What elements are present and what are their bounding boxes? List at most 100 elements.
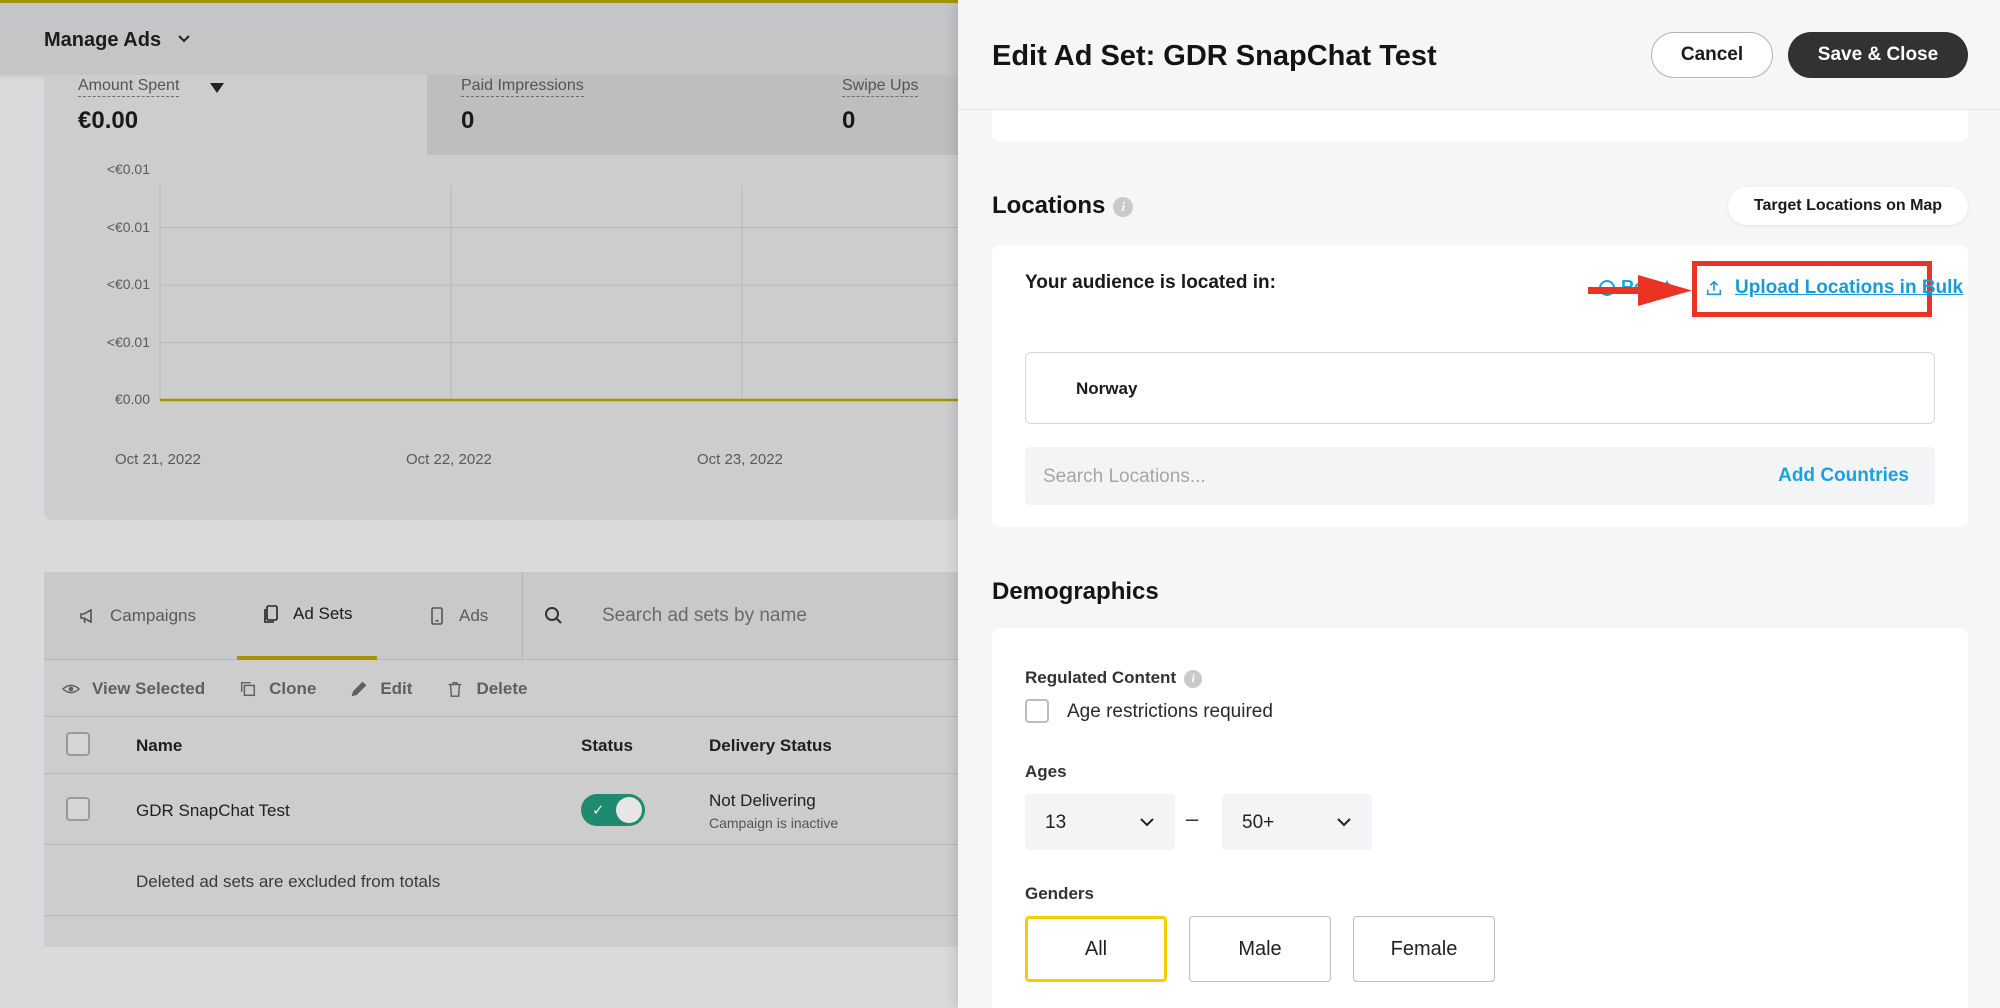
view-selected-button[interactable]: View Selected (62, 679, 205, 699)
background-app: Manage Ads Amount Spent €0.00 Paid Impre… (0, 0, 960, 1008)
genders-label: Genders (1025, 884, 1094, 903)
app-header: Manage Ads (0, 3, 960, 75)
search-locations-placeholder: Search Locations... (1043, 466, 1206, 487)
chart-plot (159, 185, 960, 402)
selected-country[interactable]: Norway (1025, 352, 1935, 424)
tab-label: Ad Sets (293, 604, 353, 623)
add-countries-button[interactable]: Add Countries (1778, 465, 1909, 487)
delivery-substatus: Campaign is inactive (709, 815, 839, 831)
trash-icon (449, 681, 462, 697)
tool-label: View Selected (92, 678, 206, 698)
cancel-button[interactable]: Cancel (1651, 32, 1773, 78)
ad-sets-table-card: Campaigns Ad Sets Ads Search ad sets by … (44, 572, 960, 947)
panel-title: Edit Ad Set: GDR SnapChat Test (992, 40, 1437, 72)
demographics-card: Regulated Content i Age restrictions requ… (992, 628, 1968, 1008)
megaphone-icon (80, 608, 92, 624)
table-toolbar: View Selected Clone Edit Delete (44, 661, 960, 717)
y-tick-label: <€0.01 (106, 333, 150, 350)
pencil-icon (352, 681, 367, 696)
upload-label: Upload Locations in Bulk (1735, 277, 1964, 298)
age-min-select[interactable]: 13 (1025, 794, 1175, 850)
metric-amount-spent[interactable]: Amount Spent €0.00 (44, 75, 427, 155)
chevron-down-icon (1337, 818, 1351, 827)
previous-section-card (992, 110, 1968, 142)
tab-bar: Campaigns Ad Sets Ads Search ad sets by … (44, 572, 960, 660)
info-icon[interactable]: i (1113, 196, 1134, 217)
audience-location-label: Your audience is located in: (1025, 272, 1276, 293)
tab-label: Ads (459, 606, 489, 625)
locations-heading: Locations i (992, 192, 1134, 220)
phone-icon (431, 607, 443, 625)
locations-card: Your audience is located in: Reset Uploa… (992, 245, 1968, 527)
edit-ad-set-panel: Edit Ad Set: GDR SnapChat Test Cancel Sa… (958, 0, 2000, 1008)
table-row[interactable]: GDR SnapChat Test ✓ Not Delivering Campa… (44, 775, 960, 845)
footer-note: Deleted ad sets are excluded from totals (136, 872, 441, 891)
metric-value: 0 (461, 107, 475, 134)
row-checkbox[interactable] (66, 797, 90, 821)
age-restrictions-checkbox[interactable] (1025, 699, 1049, 723)
locations-title: Locations (992, 192, 1106, 219)
delivery-status: Not Delivering (709, 791, 816, 810)
save-close-button[interactable]: Save & Close (1788, 32, 1968, 78)
country-name: Norway (1076, 379, 1138, 398)
tab-ads[interactable]: Ads (427, 572, 488, 660)
select-all-checkbox[interactable] (66, 732, 90, 756)
clone-icon (241, 681, 256, 696)
age-restrictions-label: Age restrictions required (1067, 701, 1273, 722)
x-tick-label: Oct 23, 2022 (697, 451, 783, 468)
x-tick-label: Oct 22, 2022 (406, 451, 492, 468)
age-range-separator: – (1186, 806, 1199, 831)
y-tick-label: <€0.01 (106, 218, 150, 235)
upload-icon (1706, 280, 1722, 296)
ad-set-name[interactable]: GDR SnapChat Test (136, 801, 290, 821)
age-min-value: 13 (1045, 812, 1067, 833)
col-name[interactable]: Name (136, 736, 182, 756)
x-tick-label: Oct 21, 2022 (115, 451, 201, 468)
search-locations-input[interactable]: Search Locations... Add Countries (1025, 447, 1935, 505)
spend-chart (44, 185, 960, 465)
clone-button[interactable]: Clone (239, 679, 316, 699)
y-tick-label: <€0.01 (106, 276, 150, 292)
metric-label: Amount Spent (78, 77, 180, 97)
table-footer-note: Deleted ad sets are excluded from totals (44, 846, 960, 916)
info-icon[interactable]: i (1184, 669, 1203, 688)
manage-ads-title[interactable]: Manage Ads (44, 29, 161, 52)
tool-label: Edit (380, 678, 413, 698)
delete-button[interactable]: Delete (446, 679, 527, 699)
caret-down-icon[interactable] (210, 83, 224, 93)
table-header: Name Status Delivery Status (44, 718, 960, 774)
eye-icon (62, 684, 80, 693)
tab-campaigns[interactable]: Campaigns (78, 572, 196, 660)
tool-label: Delete (476, 678, 528, 698)
stats-card: Amount Spent €0.00 Paid Impressions 0 Sw… (44, 75, 960, 520)
edit-button[interactable]: Edit (350, 679, 412, 699)
gender-male-button[interactable]: Male (1189, 916, 1331, 982)
ages-label: Ages (1025, 762, 1067, 781)
y-tick-label: <€0.01 (106, 161, 150, 177)
metric-value: 0 (842, 107, 856, 134)
age-max-select[interactable]: 50+ (1222, 794, 1372, 850)
ad-set-search[interactable]: Search ad sets by name (544, 572, 807, 660)
col-delivery-status[interactable]: Delivery Status (709, 736, 832, 756)
tab-ad-sets[interactable]: Ad Sets (237, 572, 377, 660)
panel-header: Edit Ad Set: GDR SnapChat Test Cancel Sa… (958, 0, 2000, 110)
toggle-knob (616, 797, 642, 823)
status-toggle[interactable]: ✓ (581, 794, 645, 826)
y-tick-label: €0.00 (114, 391, 150, 407)
gender-all-button[interactable]: All (1025, 916, 1167, 982)
target-locations-map-button[interactable]: Target Locations on Map (1728, 187, 1968, 225)
tab-label: Campaigns (110, 606, 196, 625)
search-icon (545, 607, 562, 624)
regulated-label-text: Regulated Content (1025, 668, 1177, 687)
gender-female-button[interactable]: Female (1353, 916, 1495, 982)
ad-sets-icon (264, 605, 278, 623)
col-status[interactable]: Status (581, 736, 633, 756)
demographics-title: Demographics (992, 578, 1159, 605)
tool-label: Clone (269, 678, 317, 698)
chevron-down-icon[interactable] (174, 29, 194, 49)
chevron-down-icon (1140, 818, 1154, 827)
metric-label: Swipe Ups (842, 77, 919, 97)
metric-label: Paid Impressions (461, 77, 584, 97)
check-icon: ✓ (592, 802, 605, 819)
upload-locations-bulk-link[interactable]: Upload Locations in Bulk (1705, 277, 1963, 299)
